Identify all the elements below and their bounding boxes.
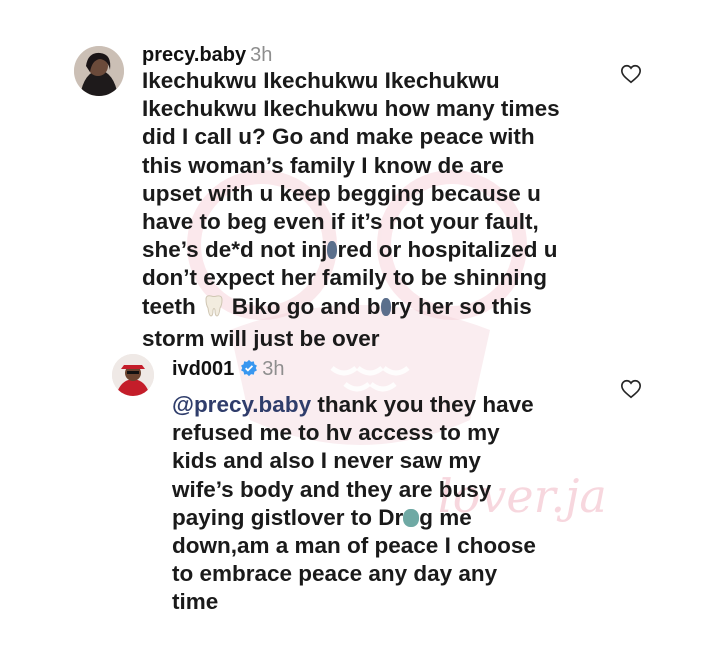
comment-line: teeth Biko go and b ry her so this	[142, 293, 602, 325]
user-avatar-photo-icon	[74, 46, 124, 96]
comment-line: don’t expect her family to be shinning	[142, 265, 548, 291]
comment-line: did I call u? Go and make peace with	[142, 124, 535, 150]
comment-line: upset with u keep begging because u	[142, 180, 541, 206]
comment-line: this woman’s family I know de are	[142, 152, 504, 178]
censor-blot-icon	[380, 297, 391, 316]
censor-blot-icon	[327, 241, 338, 260]
avatar[interactable]	[112, 354, 154, 396]
comment-line: paying gistlover to Dr g me	[172, 504, 602, 532]
comment-header: precy.baby 3h	[142, 44, 272, 67]
comment-line: down,am a man of peace I choose	[172, 533, 536, 559]
comment-fragment: ry her so this	[390, 293, 532, 319]
comment-line: have to beg even if it’s not your fault,	[142, 209, 539, 235]
comment-fragment: she’s de*d not inj	[142, 237, 328, 263]
username-link[interactable]: ivd001	[172, 358, 234, 380]
comment-line: storm will just be over	[142, 325, 380, 351]
comment-fragment: paying gistlover to Dr	[172, 504, 404, 530]
comment-line: @precy.baby thank you they have	[172, 391, 602, 419]
comment-text: @precy.baby thank you they have refused …	[172, 391, 602, 617]
user-avatar-photo-icon	[112, 354, 154, 396]
avatar[interactable]	[74, 46, 124, 96]
comment-line: wife’s body and they are busy	[172, 476, 492, 502]
tooth-emoji-icon	[202, 294, 226, 325]
heart-outline-icon[interactable]	[620, 378, 642, 400]
comment-fragment: red or hospitalized u	[337, 237, 558, 263]
comment-line: time	[172, 589, 219, 615]
comment-line: refused me to hv access to my	[172, 420, 500, 446]
timestamp: 3h	[250, 44, 273, 66]
censor-blot-icon	[403, 508, 420, 527]
comment-line: Ikechukwu Ikechukwu how many times	[142, 96, 560, 122]
comment-fragment: teeth	[142, 293, 196, 319]
username-link[interactable]: precy.baby	[142, 44, 246, 66]
comment-fragment: g me	[419, 504, 472, 530]
verified-badge-icon	[240, 359, 258, 383]
comment-text: Ikechukwu Ikechukwu Ikechukwu Ikechukwu …	[142, 67, 602, 353]
comment-line: she’s de*d not inj red or hospitalized u	[142, 236, 602, 264]
mention-link[interactable]: @precy.baby	[172, 392, 311, 417]
timestamp: 3h	[262, 358, 285, 380]
comment-line: to embrace peace any day any	[172, 561, 498, 587]
comment-header: ivd001 3h	[172, 358, 285, 383]
comment-line: Ikechukwu Ikechukwu Ikechukwu	[142, 68, 500, 93]
heart-outline-icon[interactable]	[620, 63, 642, 85]
comment-fragment: thank you they have	[311, 392, 534, 417]
comment-line: kids and also I never saw my	[172, 448, 481, 474]
comment-fragment: Biko go and b	[231, 293, 381, 319]
